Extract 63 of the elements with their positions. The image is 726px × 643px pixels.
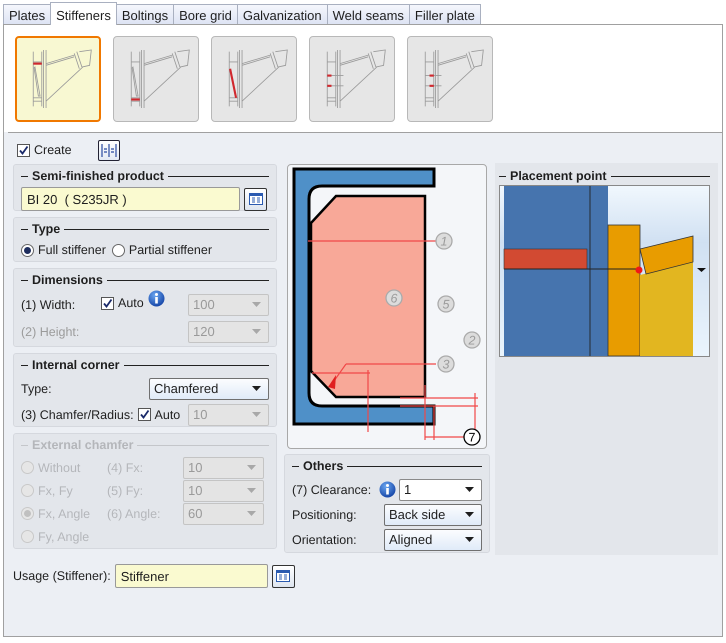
dropdown[interactable]: 1	[399, 478, 482, 500]
checkbox-label: Create	[34, 143, 72, 157]
callout-marker: 2	[463, 331, 481, 349]
group-title: Type	[32, 222, 60, 236]
group-title: Dimensions	[32, 273, 103, 287]
group-title: Placement point	[510, 169, 607, 183]
caret-icon	[465, 487, 474, 492]
caret-icon	[252, 302, 261, 307]
caret-icon	[252, 386, 261, 391]
catalog-button[interactable]	[244, 188, 267, 210]
callout-marker: 3	[437, 355, 455, 373]
callout-marker: 7	[463, 428, 481, 446]
dropdown[interactable]: Chamfered	[149, 378, 269, 400]
group-title: Others	[303, 459, 344, 473]
caret-icon	[247, 511, 256, 516]
list-icon	[276, 570, 290, 582]
caret-icon	[465, 512, 474, 517]
tab[interactable]: Filler plate	[408, 4, 481, 24]
tab[interactable]: Stiffeners	[50, 2, 117, 25]
placement-point-picker[interactable]	[499, 185, 710, 357]
radio-label: Full stiffener	[38, 243, 106, 257]
group-title: Internal corner	[32, 358, 120, 372]
checkbox[interactable]	[138, 408, 151, 421]
field-label: Orientation:	[292, 532, 357, 546]
caret-icon	[247, 488, 256, 493]
tab[interactable]: Weld seams	[326, 4, 410, 24]
callout-marker: 5	[437, 295, 455, 313]
caret-icon	[252, 329, 261, 334]
field-label: (2) Height:	[21, 324, 80, 338]
info-icon[interactable]	[379, 481, 396, 498]
caret-icon	[465, 537, 474, 542]
radio-button[interactable]	[21, 244, 34, 256]
field-label: (7) Clearance:	[292, 482, 372, 496]
tab[interactable]: Galvanization	[236, 4, 328, 24]
checkbox-label: Auto	[118, 296, 144, 310]
checkbox-label: Auto	[154, 408, 182, 422]
checkbox[interactable]	[17, 144, 30, 156]
split-button[interactable]	[98, 140, 120, 160]
dropdown[interactable]: Back side	[384, 504, 482, 526]
tab[interactable]: Bore grid	[173, 4, 238, 24]
radio-label: Partial stiffener	[128, 243, 212, 257]
list-icon	[248, 193, 262, 205]
field-label: (3) Chamfer/Radius:	[21, 408, 134, 422]
caret-icon	[252, 412, 261, 417]
input-field[interactable]: Stiffener	[114, 564, 268, 588]
caret-icon	[247, 465, 256, 470]
checkbox[interactable]	[101, 296, 114, 310]
radio-button[interactable]	[112, 244, 125, 256]
tab[interactable]: Boltings	[116, 4, 174, 24]
field-label: Usage (Stiffener):	[13, 569, 111, 583]
info-icon[interactable]	[148, 290, 165, 306]
dropdown[interactable]: Aligned	[384, 528, 482, 550]
callout-marker: 1	[435, 232, 453, 250]
leader-arrow	[328, 364, 346, 389]
catalog-button[interactable]	[272, 564, 295, 588]
group-title: Semi-finished product	[32, 169, 164, 183]
field-label: Positioning:	[292, 508, 357, 522]
field-label: (1) Width:	[21, 298, 76, 312]
stiffener-variant-button[interactable]	[15, 36, 101, 122]
input-field[interactable]: BI 20 ( S235JR )	[21, 187, 240, 211]
tab[interactable]: Plates	[3, 4, 52, 24]
field-label: Type:	[21, 382, 52, 396]
callout-marker: 6	[385, 289, 403, 307]
